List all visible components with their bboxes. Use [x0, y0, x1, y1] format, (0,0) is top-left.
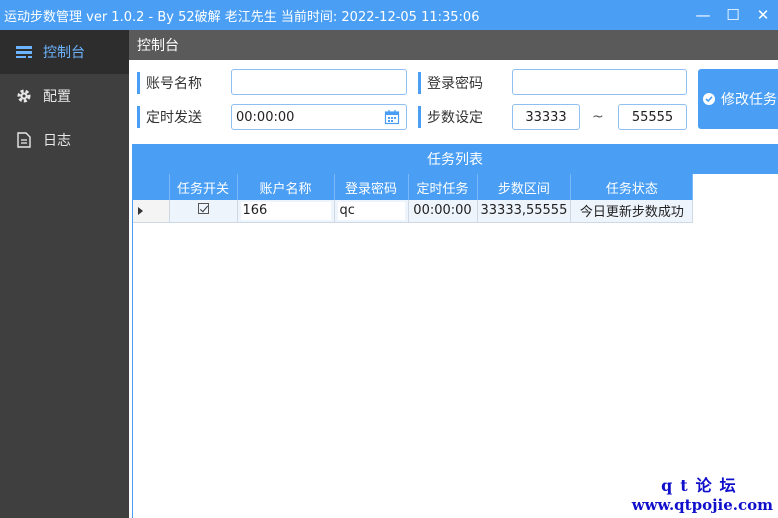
status-cell[interactable]: 今日更新步数成功: [570, 200, 694, 223]
sidebar-item-label: 控制台: [43, 45, 85, 61]
task-list-title: 任务列表: [427, 152, 483, 168]
schedule-cell[interactable]: 00:00:00: [408, 200, 478, 223]
password-cell-value: qc: [337, 201, 405, 220]
column-header[interactable]: 定时任务: [408, 174, 478, 200]
check-circle-icon: [703, 93, 715, 105]
row-indicator-header: [133, 174, 170, 200]
account-cell-value: 166: [240, 201, 331, 220]
row-pointer-icon: [138, 206, 143, 215]
task-table: 任务开关 账户名称 登录密码 定时任务 步数区间 任务状态 166 qc 00:…: [133, 174, 694, 223]
table-row[interactable]: 166 qc 00:00:00 33333,55555 今日更新步数成功: [133, 200, 694, 223]
sidebar-item-console[interactable]: 控制台: [0, 30, 129, 74]
task-enabled-checkbox[interactable]: [197, 203, 209, 215]
sidebar: 控制台 配置 日志: [0, 30, 129, 518]
modify-task-label: 修改任务: [721, 92, 777, 108]
account-cell[interactable]: 166: [237, 200, 335, 223]
table-header-row: 任务开关 账户名称 登录密码 定时任务 步数区间 任务状态: [133, 174, 694, 200]
password-cell[interactable]: qc: [334, 200, 409, 223]
column-header[interactable]: 步数区间: [477, 174, 572, 200]
sidebar-item-label: 配置: [43, 89, 71, 105]
steps-min-input[interactable]: 33333: [512, 104, 580, 130]
range-cell[interactable]: 33333,55555: [477, 200, 572, 223]
password-label: 登录密码: [418, 72, 483, 94]
window-title: 运动步数管理 ver 1.0.2 - By 52破解 老江先生 当前时间: 20…: [4, 9, 480, 25]
window-controls: — ☐ ✕: [688, 0, 778, 30]
column-header[interactable]: 登录密码: [334, 174, 409, 200]
main-panel: 控制台 账号名称 登录密码 定时发送 00:00:00 步数设定 33333 ~…: [129, 30, 778, 518]
breadcrumb: 控制台: [129, 30, 778, 60]
steps-separator: ~: [592, 109, 604, 125]
task-list-header: 任务列表: [132, 144, 778, 174]
close-button[interactable]: ✕: [748, 0, 778, 30]
document-icon: [15, 131, 33, 149]
sidebar-item-log[interactable]: 日志: [0, 118, 129, 162]
gear-icon: [15, 87, 33, 105]
watermark-title: qt论坛: [661, 476, 744, 495]
title-bar: 运动步数管理 ver 1.0.2 - By 52破解 老江先生 当前时间: 20…: [0, 0, 778, 30]
task-grid: 任务开关 账户名称 登录密码 定时任务 步数区间 任务状态 166 qc 00:…: [132, 174, 778, 518]
sidebar-item-label: 日志: [43, 133, 71, 149]
minimize-button[interactable]: —: [688, 0, 718, 30]
task-enabled-cell[interactable]: [169, 200, 238, 223]
maximize-button[interactable]: ☐: [718, 0, 748, 30]
calendar-icon[interactable]: [384, 109, 400, 125]
console-icon: [15, 43, 33, 61]
sidebar-item-config[interactable]: 配置: [0, 74, 129, 118]
modify-task-button[interactable]: 修改任务: [698, 69, 778, 129]
account-label: 账号名称: [137, 72, 202, 94]
watermark: qt论坛 www.qtpojie.com: [632, 472, 773, 514]
column-header[interactable]: 任务开关: [169, 174, 238, 200]
steps-label: 步数设定: [418, 106, 483, 128]
password-input[interactable]: [512, 69, 687, 95]
schedule-time-value: 00:00:00: [236, 109, 295, 125]
row-indicator[interactable]: [133, 200, 170, 223]
column-header[interactable]: 任务状态: [570, 174, 694, 200]
account-input[interactable]: [231, 69, 407, 95]
breadcrumb-label: 控制台: [137, 38, 179, 54]
schedule-time-input[interactable]: 00:00:00: [231, 104, 407, 130]
steps-max-input[interactable]: 55555: [618, 104, 687, 130]
column-header[interactable]: 账户名称: [237, 174, 335, 200]
watermark-url: www.qtpojie.com: [631, 496, 773, 514]
schedule-label: 定时发送: [137, 106, 202, 128]
